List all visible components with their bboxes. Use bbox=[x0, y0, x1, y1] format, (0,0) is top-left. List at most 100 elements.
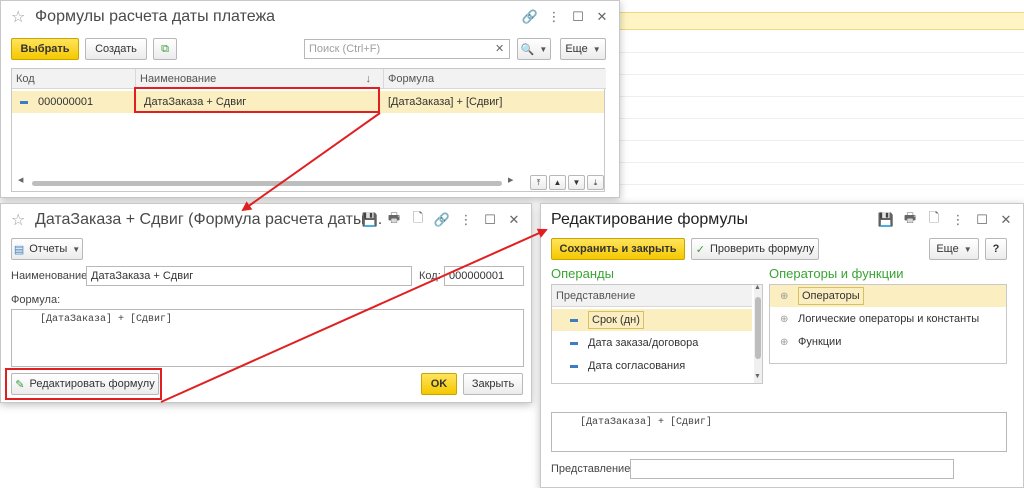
search-input[interactable]: Поиск (Ctrl+F) bbox=[304, 39, 510, 59]
column-header-name-label: Наименование bbox=[140, 72, 217, 85]
next-page-icon[interactable]: ▼ bbox=[568, 175, 585, 190]
more-vert-icon[interactable]: ⋮ bbox=[455, 210, 477, 230]
scroll-up-icon[interactable]: ▲ bbox=[754, 284, 761, 291]
cell-code[interactable]: 000000001 bbox=[16, 91, 136, 113]
name-label: Наименование: bbox=[11, 270, 91, 282]
copy-button[interactable]: ⧉ bbox=[153, 38, 177, 60]
item-icon bbox=[570, 341, 578, 345]
sort-down-icon: ↓ bbox=[365, 72, 372, 85]
operator-label: Операторы bbox=[798, 287, 864, 305]
tree-item[interactable]: ⊕ Логические операторы и константы bbox=[776, 308, 979, 330]
copy-icon: ⧉ bbox=[161, 42, 169, 55]
scrollbar-thumb[interactable] bbox=[755, 297, 761, 359]
background-highlight-row bbox=[620, 12, 1024, 30]
more-vert-icon[interactable]: ⋮ bbox=[543, 7, 565, 27]
cell-formula[interactable]: [ДатаЗаказа] + [Сдвиг] bbox=[384, 91, 604, 113]
ok-button[interactable]: OK bbox=[421, 373, 457, 395]
horizontal-scrollbar[interactable]: ◀ ▶ bbox=[18, 176, 524, 187]
help-button[interactable]: ? bbox=[985, 238, 1007, 260]
create-button[interactable]: Создать bbox=[85, 38, 147, 60]
first-page-icon[interactable]: ⤒ bbox=[530, 175, 547, 190]
list-item[interactable]: Срок (дн) bbox=[566, 309, 644, 331]
search-icon: 🔍 bbox=[520, 43, 535, 56]
preview-icon[interactable]: 🗋 bbox=[407, 210, 429, 230]
print-icon[interactable]: 🖶 bbox=[899, 210, 921, 230]
prev-page-icon[interactable]: ▲ bbox=[549, 175, 566, 190]
reports-label: Отчеты bbox=[29, 243, 68, 255]
vertical-scrollbar[interactable]: ▲ ▼ bbox=[754, 284, 762, 383]
operator-label: Функции bbox=[798, 336, 842, 348]
formula-editor-window: Редактирование формулы 💾 🖶 🗋 ⋮ ☐ ✕ Сохра… bbox=[540, 203, 1024, 488]
operands-title: Операнды bbox=[551, 266, 614, 281]
check-formula-icon: ✓ bbox=[695, 243, 705, 256]
save-and-close-button[interactable]: Сохранить и закрыть bbox=[551, 238, 685, 260]
list-item[interactable]: Дата заказа/договора bbox=[566, 332, 698, 354]
formula-label: Формула: bbox=[11, 294, 61, 306]
print-icon[interactable]: 🖶 bbox=[383, 210, 405, 230]
operand-label: Дата заказа/договора bbox=[588, 337, 699, 349]
check-formula-button[interactable]: ✓ Проверить формулу bbox=[691, 238, 819, 260]
maximize-icon[interactable]: ☐ bbox=[567, 7, 589, 27]
save-icon[interactable]: 💾 bbox=[875, 210, 897, 230]
star-icon[interactable]: ☆ bbox=[11, 210, 25, 230]
window-controls: 🔗 ⋮ ☐ ✕ bbox=[519, 7, 613, 27]
formula-text: [ДатаЗаказа] + [Сдвиг] bbox=[40, 314, 173, 325]
expand-icon[interactable]: ⊕ bbox=[780, 291, 790, 302]
scrollbar-thumb[interactable] bbox=[32, 181, 502, 186]
operands-table: Представление Срок (дн) Дата заказа/дого… bbox=[551, 284, 763, 384]
close-icon[interactable]: ✕ bbox=[503, 210, 525, 230]
close-icon[interactable]: ✕ bbox=[591, 7, 613, 27]
window-title: Редактирование формулы bbox=[551, 211, 748, 228]
check-formula-label: Проверить формулу bbox=[710, 243, 815, 255]
link-icon[interactable]: 🔗 bbox=[519, 7, 541, 27]
tree-item[interactable]: ⊕ Операторы bbox=[776, 285, 864, 307]
formula-item-window: ☆ ДатаЗаказа + Сдвиг (Формула расчета да… bbox=[0, 203, 532, 403]
operand-label: Дата согласования bbox=[588, 360, 686, 372]
titlebar: Редактирование формулы 💾 🖶 🗋 ⋮ ☐ ✕ bbox=[541, 204, 1023, 236]
titlebar: ☆ Формулы расчета даты платежа 🔗 ⋮ ☐ ✕ bbox=[1, 1, 619, 33]
scroll-left-icon[interactable]: ◀ bbox=[18, 176, 23, 184]
operands-column-header[interactable]: Представление bbox=[552, 285, 752, 307]
representation-field[interactable] bbox=[630, 459, 954, 479]
more-label: Еще bbox=[936, 243, 959, 255]
scroll-right-icon[interactable]: ▶ bbox=[508, 176, 513, 184]
cell-code-text: 000000001 bbox=[38, 96, 94, 108]
column-header-formula[interactable]: Формула bbox=[384, 69, 606, 89]
expand-icon[interactable]: ⊕ bbox=[780, 314, 790, 325]
formula-editor-textarea[interactable]: [ДатаЗаказа] + [Сдвиг] bbox=[551, 412, 1007, 452]
clear-search-icon[interactable]: ✕ bbox=[495, 42, 504, 55]
scroll-down-icon[interactable]: ▼ bbox=[754, 373, 761, 380]
reports-button[interactable]: ▤ Отчеты ▼ bbox=[11, 238, 83, 260]
operators-title: Операторы и функции bbox=[769, 266, 904, 281]
search-button[interactable]: 🔍 ▼ bbox=[517, 38, 551, 60]
list-item[interactable]: Дата согласования bbox=[566, 355, 685, 377]
code-field[interactable]: 000000001 bbox=[444, 266, 524, 286]
select-button[interactable]: Выбрать bbox=[11, 38, 79, 60]
formula-textarea[interactable]: [ДатаЗаказа] + [Сдвиг] bbox=[11, 309, 524, 367]
code-label: Код: bbox=[419, 270, 441, 282]
more-button[interactable]: Еще ▼ bbox=[929, 238, 979, 260]
tree-item[interactable]: ⊕ Функции bbox=[776, 331, 841, 353]
more-button[interactable]: Еще ▼ bbox=[560, 38, 606, 60]
window-controls: 💾 🖶 🗋 ⋮ ☐ ✕ bbox=[875, 210, 1017, 230]
name-field[interactable]: ДатаЗаказа + Сдвиг bbox=[86, 266, 412, 286]
item-icon bbox=[570, 364, 578, 368]
column-header-name[interactable]: Наименование ↓ bbox=[136, 69, 384, 89]
titlebar: ☆ ДатаЗаказа + Сдвиг (Формула расчета да… bbox=[1, 204, 531, 236]
column-header-code[interactable]: Код bbox=[12, 69, 136, 89]
preview-icon[interactable]: 🗋 bbox=[923, 210, 945, 230]
save-icon[interactable]: 💾 bbox=[359, 210, 381, 230]
star-icon[interactable]: ☆ bbox=[11, 7, 25, 27]
more-vert-icon[interactable]: ⋮ bbox=[947, 210, 969, 230]
highlight-name-cell bbox=[134, 87, 380, 113]
expand-icon[interactable]: ⊕ bbox=[780, 337, 790, 348]
item-icon bbox=[570, 318, 578, 322]
item-icon bbox=[20, 100, 28, 104]
close-button[interactable]: Закрыть bbox=[463, 373, 523, 395]
window-controls: 💾 🖶 🗋 🔗 ⋮ ☐ ✕ bbox=[359, 210, 525, 230]
maximize-icon[interactable]: ☐ bbox=[971, 210, 993, 230]
maximize-icon[interactable]: ☐ bbox=[479, 210, 501, 230]
last-page-icon[interactable]: ⤓ bbox=[587, 175, 604, 190]
link-icon[interactable]: 🔗 bbox=[431, 210, 453, 230]
close-icon[interactable]: ✕ bbox=[995, 210, 1017, 230]
